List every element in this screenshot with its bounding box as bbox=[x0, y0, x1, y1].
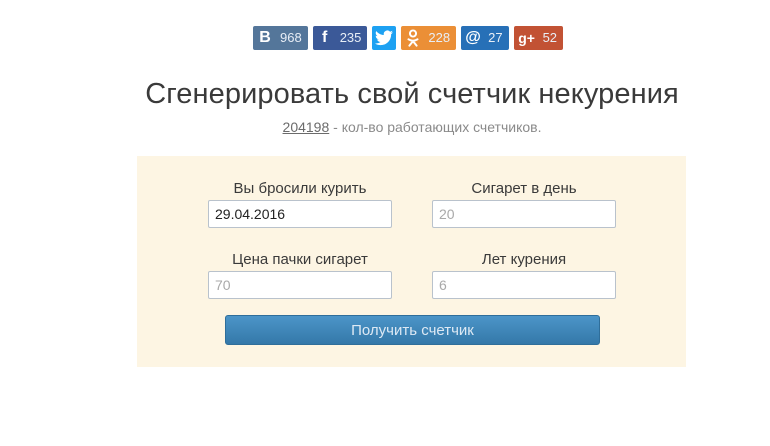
quit-date-field-group: Вы бросили курить bbox=[208, 180, 392, 228]
get-counter-button[interactable]: Получить счетчик bbox=[225, 315, 600, 345]
facebook-share-button[interactable]: f 235 bbox=[312, 26, 368, 50]
page-title: Сгенерировать свой счетчик некурения bbox=[145, 78, 679, 110]
counter-form-panel: Вы бросили курить Сигарет в день Цена па… bbox=[137, 156, 686, 367]
vk-icon: В bbox=[259, 29, 271, 46]
facebook-icon: f bbox=[322, 29, 328, 46]
mailru-icon: @ bbox=[465, 29, 481, 46]
years-smoking-label: Лет курения bbox=[481, 251, 567, 268]
vk-share-button[interactable]: В 968 bbox=[253, 26, 308, 50]
quit-date-label: Вы бросили курить bbox=[233, 180, 367, 197]
cigarettes-per-day-label: Сигарет в день bbox=[471, 180, 577, 197]
odnoklassniki-icon bbox=[401, 26, 425, 50]
years-smoking-input[interactable] bbox=[432, 271, 616, 299]
cigarettes-per-day-field-group: Сигарет в день bbox=[432, 180, 616, 228]
twitter-icon bbox=[372, 26, 396, 50]
years-smoking-field-group: Лет курения bbox=[432, 251, 616, 299]
pack-price-field-group: Цена пачки сигарет bbox=[208, 251, 392, 299]
googleplus-icon: g+ bbox=[518, 30, 535, 46]
facebook-share-count: 235 bbox=[339, 30, 362, 45]
twitter-share-button[interactable] bbox=[372, 26, 397, 50]
counter-summary-text: - кол-во работающих счетчиков. bbox=[329, 119, 542, 135]
cigarettes-per-day-input[interactable] bbox=[432, 200, 616, 228]
googleplus-share-count: 52 bbox=[542, 30, 558, 45]
vk-share-count: 968 bbox=[280, 30, 302, 45]
odnoklassniki-share-button[interactable]: 228 bbox=[401, 26, 457, 50]
mailru-share-count: 27 bbox=[488, 30, 503, 45]
counter-count-link[interactable]: 204198 bbox=[283, 119, 330, 135]
googleplus-share-button[interactable]: g+ 52 bbox=[513, 26, 564, 50]
share-bar: В 968 f 235 228 @ 27 g+ 52 bbox=[253, 26, 564, 50]
quit-date-input[interactable] bbox=[208, 200, 392, 228]
mailru-share-button[interactable]: @ 27 bbox=[461, 26, 509, 50]
pack-price-input[interactable] bbox=[208, 271, 392, 299]
counter-summary: 204198 - кол-во работающих счетчиков. bbox=[0, 119, 770, 135]
pack-price-label: Цена пачки сигарет bbox=[232, 251, 368, 268]
odnoklassniki-share-count: 228 bbox=[428, 30, 451, 45]
